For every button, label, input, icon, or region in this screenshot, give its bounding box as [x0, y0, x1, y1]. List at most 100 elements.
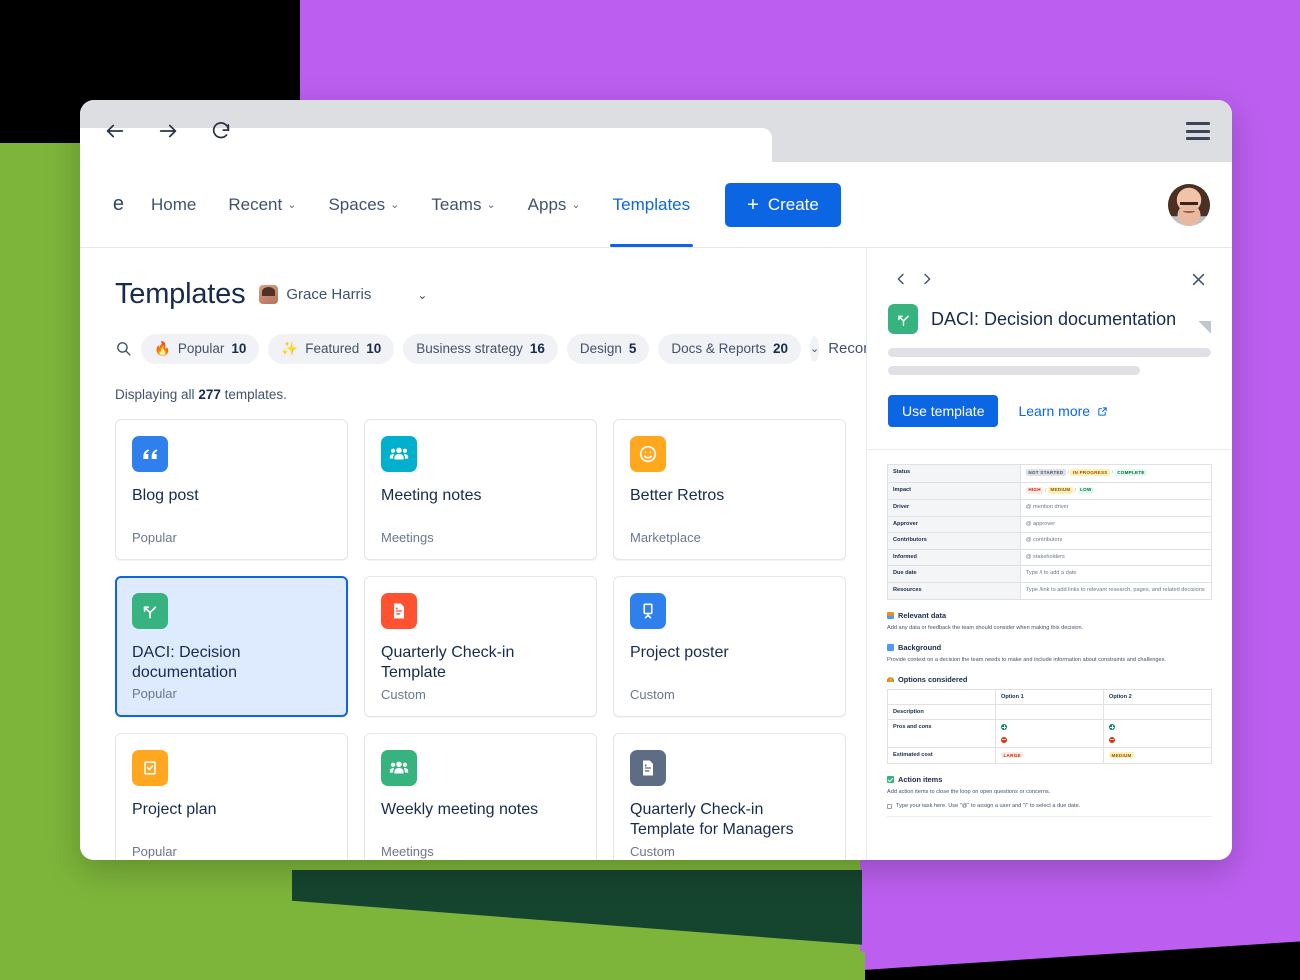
template-card-project-plan[interactable]: Project plan Popular: [115, 733, 348, 860]
template-card-project-poster[interactable]: Project poster Custom: [613, 576, 846, 717]
nav-item-templates[interactable]: Templates: [600, 162, 703, 247]
row-value: @ contributors: [1019, 532, 1213, 550]
learn-more-link[interactable]: Learn more: [1018, 403, 1108, 419]
cost-badge: Large: [1001, 752, 1024, 759]
preview-title: DACI: Decision documentation: [931, 308, 1177, 329]
card-category: Meetings: [381, 844, 434, 859]
filter-chip-design[interactable]: Design 5: [566, 333, 650, 364]
table-row: Impact High / Medium / Low: [887, 481, 1213, 501]
table-row: Status Not started / In progress / Complete: [887, 464, 1213, 483]
row-key: Informed: [887, 548, 1021, 567]
section-body-relevant-data: Add any data or feedback the team should…: [887, 624, 1084, 631]
row-key: Approver: [887, 515, 1021, 534]
nav-item-spaces[interactable]: Spaces ⌄: [315, 162, 412, 247]
table-row: Description: [887, 704, 1212, 721]
chip-count: 10: [231, 341, 247, 356]
page-title: Templates: [115, 278, 246, 310]
row-key: Description: [887, 704, 996, 721]
card-title: Blog post: [132, 487, 199, 504]
create-button[interactable]: + Create: [725, 182, 841, 227]
template-preview-pane: DACI: Decision documentation Use templat…: [867, 248, 1232, 860]
nav-item-teams[interactable]: Teams ⌄: [418, 162, 508, 247]
heading-text: Options considered: [898, 675, 968, 685]
filter-chip-popular[interactable]: 🔥 Popular 10: [141, 333, 260, 364]
table-row: Due date Type /l to add a date: [887, 565, 1213, 583]
nav-item-apps[interactable]: Apps ⌄: [515, 162, 594, 247]
chevron-right-icon[interactable]: [914, 266, 940, 292]
page-header: Templates Grace Harris ⌄: [115, 278, 866, 311]
row-value: @ stakeholders: [1019, 548, 1213, 567]
back-icon[interactable]: [102, 118, 128, 144]
daci-info-table: Status Not started / In progress / Complete …: [887, 464, 1213, 600]
card-category: Popular: [132, 530, 177, 545]
row-value: Type /link to add links to relevant rese…: [1019, 581, 1213, 600]
cell-option-1: [995, 704, 1104, 721]
status-badge: Not started: [1025, 469, 1066, 477]
create-label: Create: [767, 194, 819, 214]
hamburger-menu-icon[interactable]: [1186, 122, 1210, 140]
row-key: Contributors: [887, 532, 1021, 550]
easel-icon: [630, 593, 666, 629]
count-value: 277: [198, 387, 221, 402]
nav-item-recent[interactable]: Recent ⌄: [215, 162, 309, 247]
heading-text: Relevant data: [898, 610, 947, 620]
sparkles-icon: ✨: [281, 340, 299, 356]
use-template-button[interactable]: Use template: [888, 395, 999, 427]
card-category: Popular: [132, 844, 177, 859]
nav-label: Teams: [431, 194, 482, 214]
template-card-quarterly-check-in[interactable]: Quarterly Check-in Template Custom: [364, 576, 597, 717]
template-card-meeting-notes[interactable]: Meeting notes Meetings: [364, 419, 597, 560]
resize-grip-icon[interactable]: [1198, 321, 1211, 334]
plus-icon: +: [747, 193, 759, 216]
filter-chip-docs-reports[interactable]: Docs & Reports 20: [658, 333, 801, 364]
row-key: Estimated cost: [887, 747, 996, 764]
impact-badge: Low: [1077, 486, 1095, 494]
app-logo[interactable]: e: [88, 193, 124, 216]
template-card-quarterly-check-in-managers[interactable]: Quarterly Check-in Template for Managers…: [613, 733, 846, 860]
nav-label: Spaces: [328, 194, 386, 214]
chevron-down-icon: ⌄: [417, 287, 428, 302]
options-table: Option 1 Option 2 Description Pros and c…: [887, 689, 1212, 764]
table-row: Driver @ mention driver: [887, 499, 1213, 517]
section-heading-relevant-data: Relevant data: [887, 611, 1212, 620]
more-filters-icon[interactable]: ⌄: [810, 335, 820, 362]
row-key: Due date: [887, 565, 1021, 583]
filter-bar: 🔥 Popular 10 ✨ Featured 10 Business stra…: [115, 333, 866, 364]
chip-count: 5: [628, 341, 637, 356]
nav-label: Apps: [527, 194, 567, 214]
reload-icon[interactable]: [208, 118, 234, 144]
row-value: High / Medium / Low: [1019, 481, 1213, 501]
table-row: Resources Type /link to add links to rel…: [887, 581, 1213, 600]
card-title: Project plan: [132, 801, 217, 818]
chip-label: Popular: [177, 341, 225, 356]
browser-window: e Home Recent ⌄ Spaces ⌄ Teams ⌄ Apps ⌄: [80, 100, 1232, 860]
template-card-weekly-meeting-notes[interactable]: Weekly meeting notes Meetings: [364, 733, 597, 860]
search-icon[interactable]: [115, 333, 132, 364]
section-body-background: Provide context on a decision the team n…: [887, 656, 1166, 663]
rainbow-emoji-icon: [887, 677, 894, 683]
people-group-icon: [381, 750, 417, 786]
user-avatar[interactable]: [1168, 183, 1210, 226]
section-heading-background: Background: [887, 643, 1212, 652]
impact-badge: Medium: [1047, 486, 1074, 494]
owner-selector[interactable]: Grace Harris ⌄: [259, 285, 427, 304]
section-body-action-items: Add action items to close the loop on op…: [887, 788, 1051, 795]
forward-icon[interactable]: [155, 118, 181, 144]
close-icon[interactable]: [1185, 266, 1211, 292]
chevron-down-icon: ⌄: [571, 199, 581, 211]
action-item-task-row[interactable]: Type your task here. Use "@" to assign a…: [887, 803, 1212, 818]
card-title: DACI: Decision documentation: [132, 644, 241, 681]
filter-chip-business-strategy[interactable]: Business strategy 16: [403, 333, 558, 364]
template-card-daci-decision-documentation[interactable]: DACI: Decision documentation Popular: [115, 576, 348, 717]
nav-item-home[interactable]: Home: [138, 162, 209, 247]
template-card-blog-post[interactable]: Blog post Popular: [115, 419, 348, 560]
chevron-left-icon[interactable]: [888, 266, 914, 292]
chevron-down-icon: ⌄: [390, 199, 400, 211]
chip-label: Design: [579, 341, 622, 356]
checkbox-icon[interactable]: [887, 803, 892, 809]
template-card-better-retros[interactable]: Better Retros Marketplace: [613, 419, 846, 560]
filter-chip-featured[interactable]: ✨ Featured 10: [268, 333, 395, 364]
sort-dropdown[interactable]: Recommended ⌄: [828, 340, 866, 357]
pro-plus-icon: [1001, 724, 1007, 731]
con-minus-icon: [1109, 736, 1115, 743]
